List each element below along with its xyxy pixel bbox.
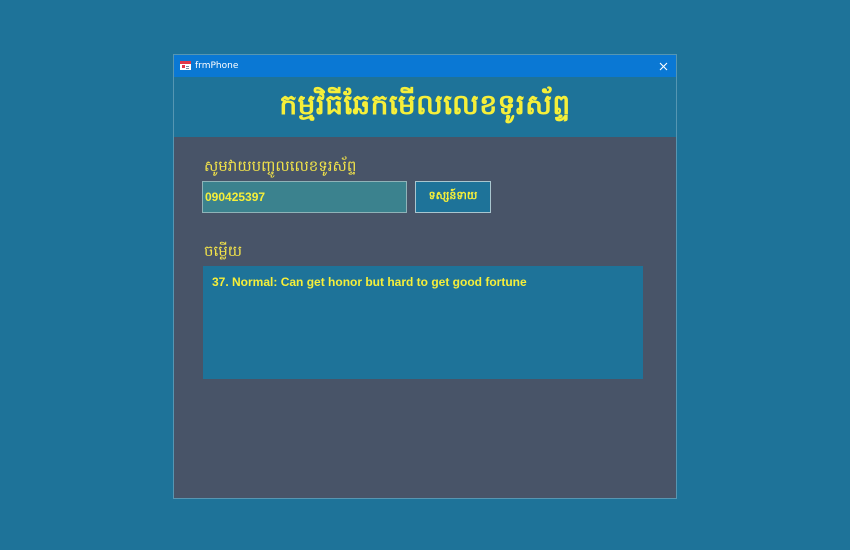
predict-button[interactable]: ទស្សន៍ទាយ [415, 181, 491, 213]
phone-prompt-label: សូមវាយបញ្ចូលលេខទូរស័ព្ទ [204, 157, 357, 175]
window-title: frmPhone [195, 61, 239, 71]
page-title: កម្មវិធីឆែកមើលលេខទូរស័ព្ទ [279, 87, 571, 121]
app-window: frmPhone កម្មវិធីឆែកមើលលេខទូរស័ព្ទ សូមវា… [174, 55, 676, 498]
phone-number-input[interactable] [202, 181, 407, 213]
header-banner: កម្មវិធីឆែកមើលលេខទូរស័ព្ទ [174, 77, 676, 137]
answer-label: ចម្លើយ [204, 242, 243, 260]
result-text: 37. Normal: Can get honor but hard to ge… [212, 275, 527, 289]
form-app-icon [180, 61, 191, 70]
title-bar[interactable]: frmPhone [174, 55, 676, 77]
result-text-box[interactable]: 37. Normal: Can get honor but hard to ge… [203, 266, 643, 379]
close-icon [659, 62, 667, 70]
close-button[interactable] [650, 55, 676, 77]
